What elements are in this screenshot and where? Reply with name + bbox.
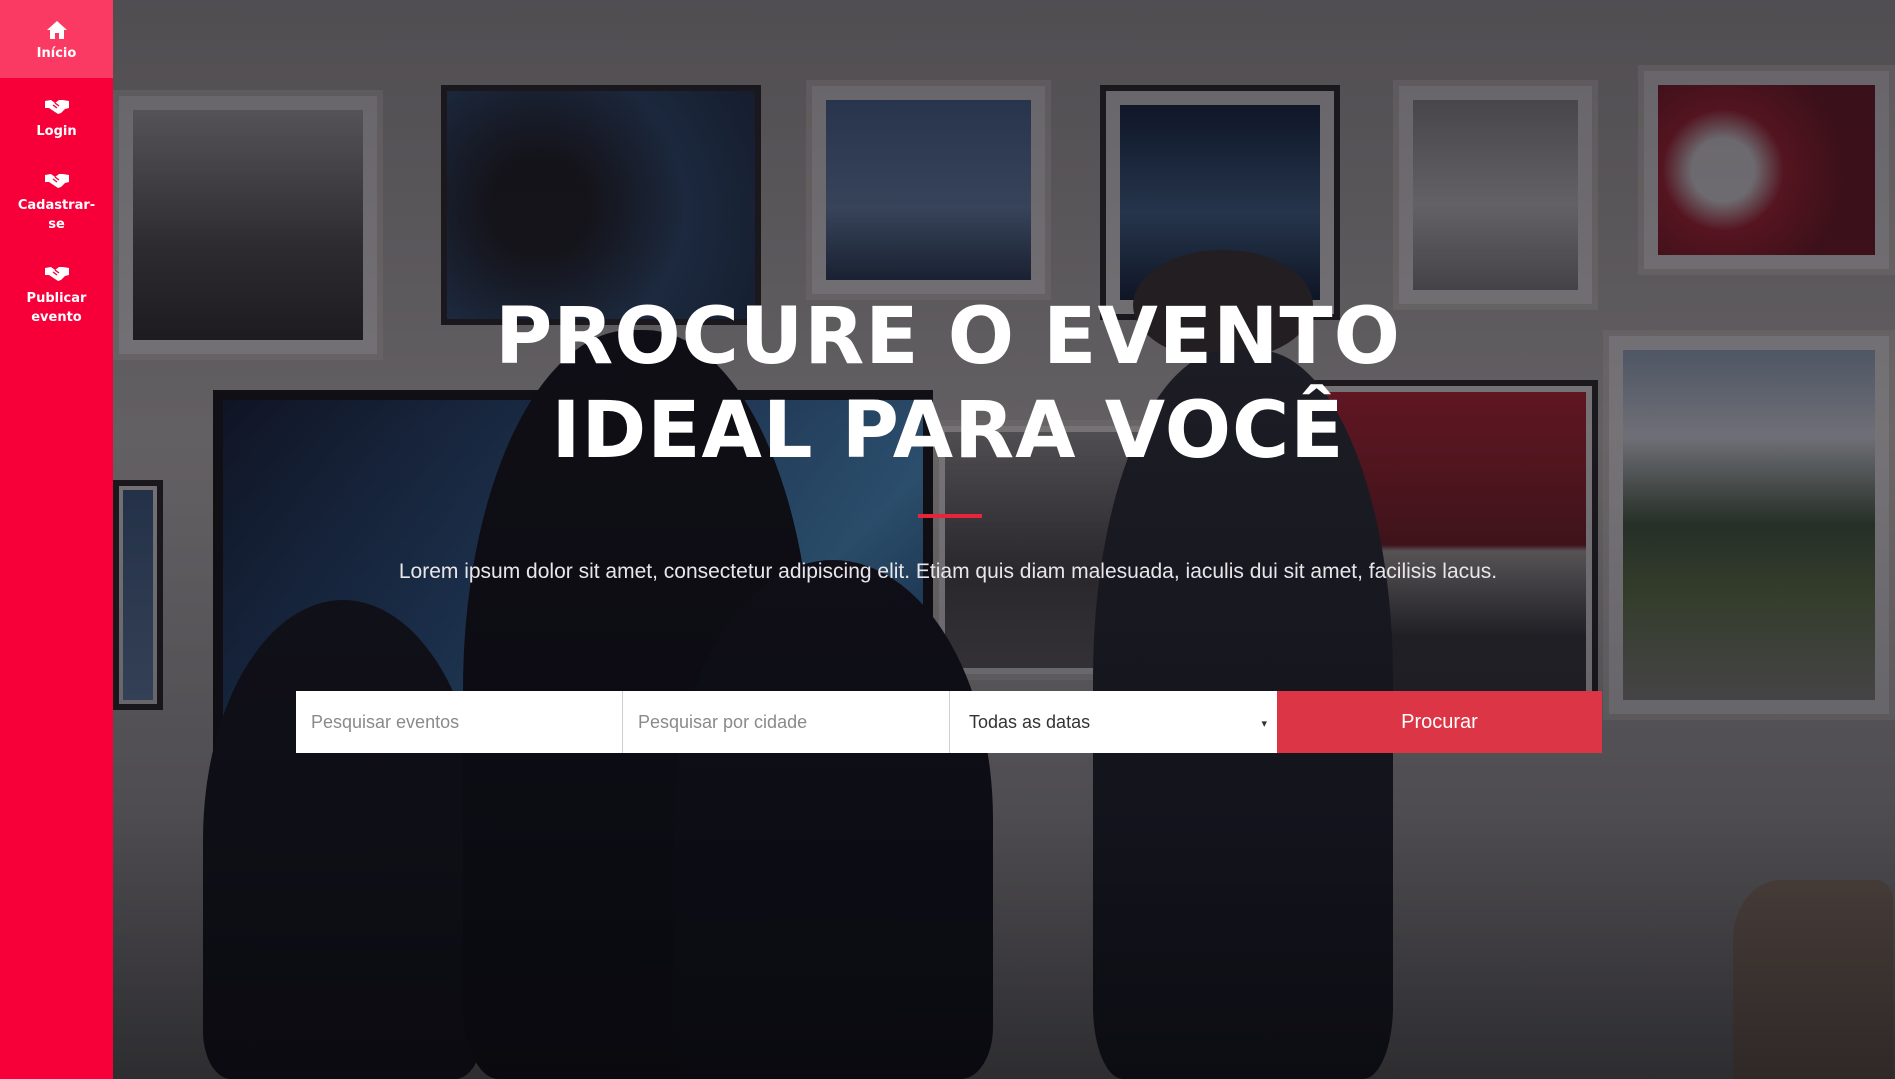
sidebar-item-label: Cadastrar-se [17,198,96,232]
search-events-input[interactable] [296,691,623,753]
handshake-icon [44,264,70,286]
search-button[interactable]: Procurar [1277,691,1602,753]
sidebar-item-login[interactable]: Login [0,78,113,151]
sidebar-item-label: Publicar evento [26,291,87,325]
search-city-input[interactable] [623,691,950,753]
home-icon [46,20,68,41]
sidebar-item-label: Login [36,124,77,139]
handshake-icon [44,97,70,119]
hero-content: PROCURE O EVENTO IDEAL PARA VOCÊ Lorem i… [113,0,1782,1079]
sidebar-item-inicio[interactable]: Início [0,0,113,78]
date-filter-select[interactable]: Todas as datas ▾ [950,691,1277,753]
hero-headline: PROCURE O EVENTO IDEAL PARA VOCÊ [495,292,1401,476]
date-filter-value: Todas as datas [969,711,1091,732]
handshake-icon [44,171,70,193]
sidebar-item-cadastrar[interactable]: Cadastrar-se [0,151,113,244]
sidebar-item-label: Início [36,46,77,61]
chevron-down-icon: ▾ [1261,718,1267,730]
page: Início Login Cadastrar-se Publicar event… [0,0,1895,1079]
sidebar-item-publicar[interactable]: Publicar evento [0,244,113,337]
hero-subtitle: Lorem ipsum dolor sit amet, consectetur … [398,560,1498,583]
sidebar-nav: Início Login Cadastrar-se Publicar event… [0,0,113,1079]
headline-divider [918,514,982,518]
search-bar: Todas as datas ▾ Procurar [296,691,1602,753]
